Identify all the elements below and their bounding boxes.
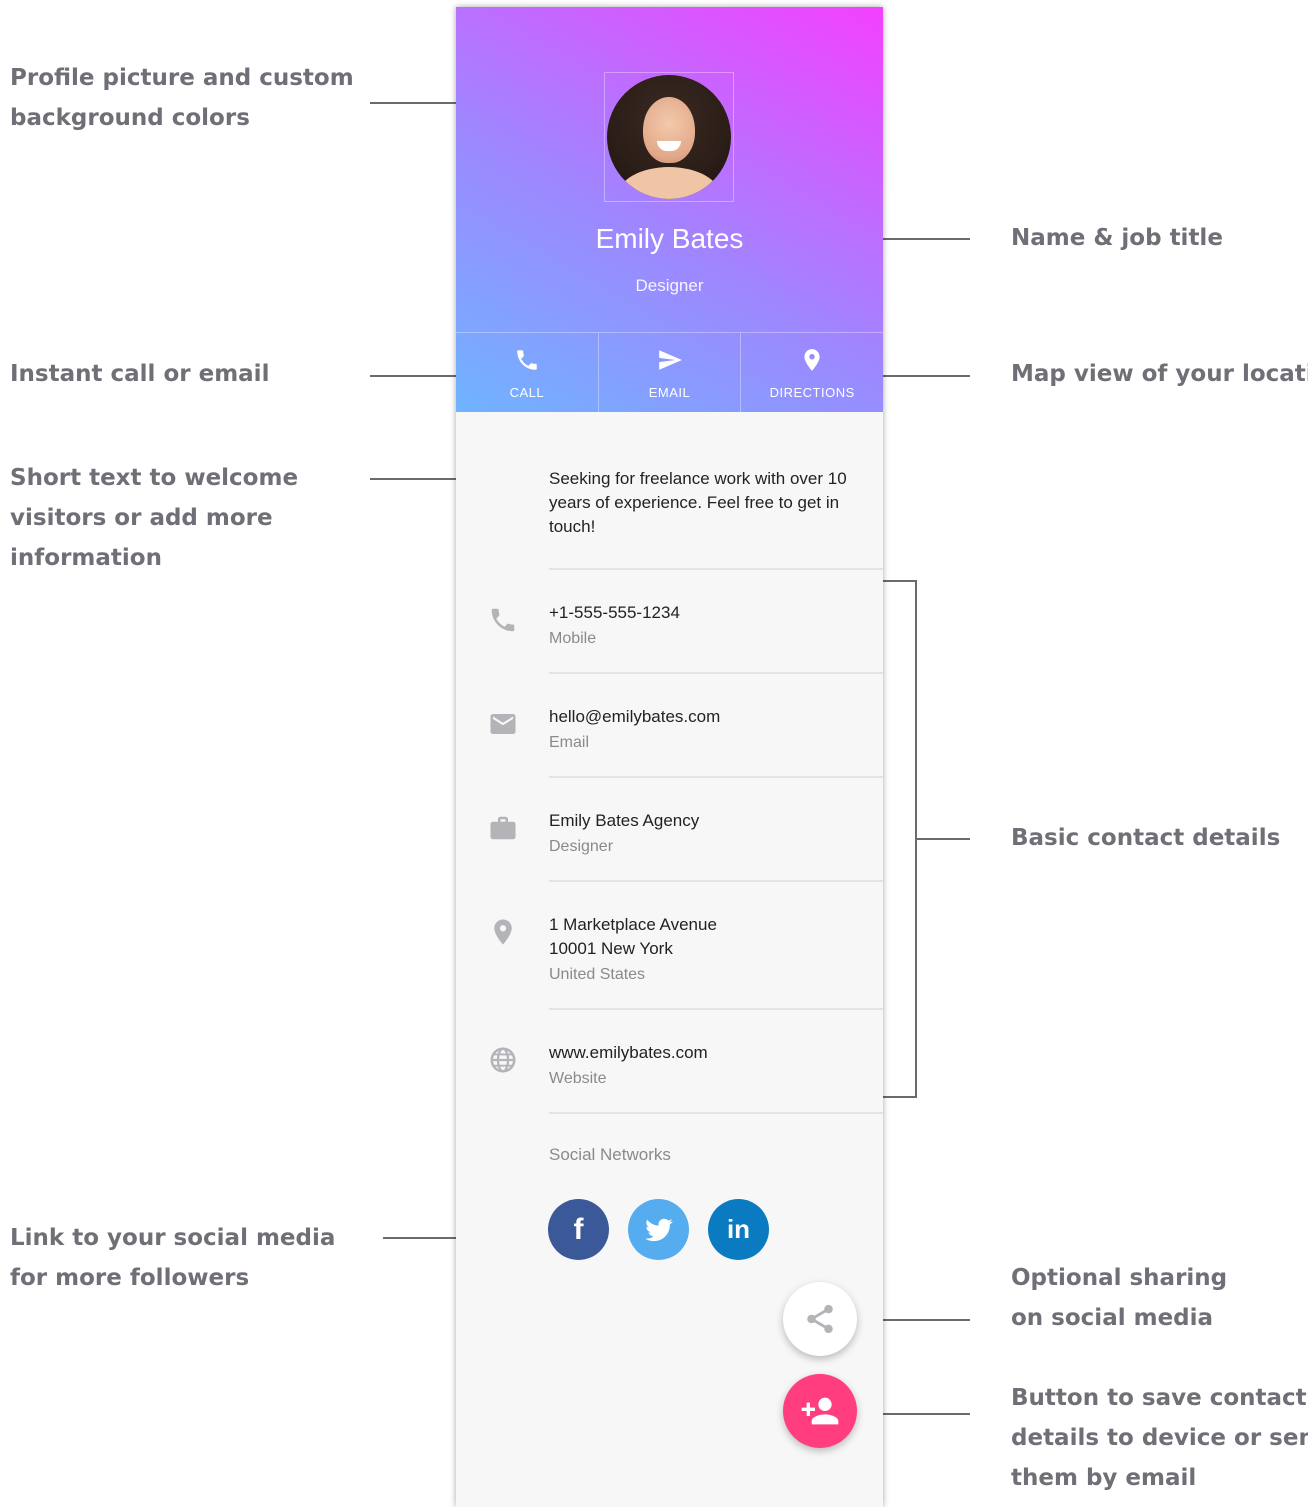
annotation-basic: Basic contact details	[1011, 825, 1281, 851]
contact-type: Designer	[549, 838, 614, 855]
send-icon	[658, 350, 682, 370]
contact-type: United States	[549, 966, 646, 983]
contact-value: 10001 New York	[549, 939, 673, 958]
email-label: EMAIL	[648, 385, 691, 400]
contact-value: hello@emilybates.com	[549, 707, 721, 726]
facebook-button[interactable]: f	[548, 1199, 609, 1260]
phone-icon	[491, 608, 515, 632]
action-bar: CALL EMAIL DIRECTIONS	[456, 332, 883, 413]
contact-type: Website	[549, 1070, 607, 1087]
facebook-icon: f	[573, 1212, 584, 1246]
location-pin-icon	[804, 349, 820, 371]
profile-title: Designer	[635, 276, 704, 295]
divider	[549, 1112, 883, 1114]
call-label: CALL	[509, 385, 545, 400]
leader-line	[383, 1237, 464, 1239]
contact-type: Mobile	[549, 630, 597, 647]
divider	[549, 672, 883, 674]
social-networks-heading: Social Networks	[549, 1145, 671, 1164]
save-contact-button[interactable]	[783, 1374, 857, 1448]
contact-card: Emily Bates Designer CALL EMAIL DIRECTIO…	[456, 7, 883, 1507]
annotation-social-link: Link to your social media for more follo…	[10, 1225, 336, 1291]
annotation-short-text: Short text to welcome visitors or add mo…	[10, 465, 299, 571]
linkedin-button[interactable]: in	[708, 1199, 769, 1260]
annotation-sharing: Optional sharing on social media	[1011, 1265, 1228, 1331]
share-button[interactable]	[783, 1282, 857, 1356]
email-button[interactable]: EMAIL	[599, 333, 742, 413]
location-pin-icon	[494, 919, 512, 945]
annotation-map-view: Map view of your location	[1011, 361, 1308, 387]
leader-line	[917, 838, 970, 840]
contact-value: 1 Marketplace Avenue	[549, 915, 717, 934]
contact-type: Email	[549, 734, 590, 751]
twitter-button[interactable]	[628, 1199, 689, 1260]
linkedin-icon: in	[726, 1214, 751, 1244]
contact-value: Emily Bates Agency	[549, 811, 700, 830]
directions-button[interactable]: DIRECTIONS	[741, 333, 883, 413]
contact-value: www.emilybates.com	[549, 1043, 708, 1062]
annotation-instant: Instant call or email	[10, 361, 270, 387]
mail-icon	[490, 714, 516, 734]
globe-icon	[490, 1047, 516, 1073]
bio-text: Seeking for freelance work with over 10 …	[549, 469, 847, 536]
annotation-name-title: Name & job title	[1011, 225, 1223, 251]
profile-header: Emily Bates Designer CALL EMAIL DIRECTIO…	[456, 7, 883, 413]
divider	[549, 568, 883, 570]
add-person-icon	[801, 1397, 839, 1425]
call-button[interactable]: CALL	[456, 333, 599, 413]
annotation-save: Button to save contact details to device…	[1011, 1385, 1308, 1491]
phone-icon	[517, 350, 537, 370]
avatar	[607, 75, 731, 199]
profile-name: Emily Bates	[595, 223, 744, 254]
divider	[549, 880, 883, 882]
twitter-icon	[644, 1218, 673, 1241]
divider	[549, 776, 883, 778]
avatar-frame	[604, 72, 734, 202]
share-icon	[807, 1304, 833, 1334]
divider	[549, 1008, 883, 1010]
contact-value: +1-555-555-1234	[549, 603, 680, 622]
annotation-profile: Profile picture and custom background co…	[10, 65, 354, 131]
briefcase-icon	[490, 816, 516, 840]
directions-label: DIRECTIONS	[769, 385, 855, 400]
